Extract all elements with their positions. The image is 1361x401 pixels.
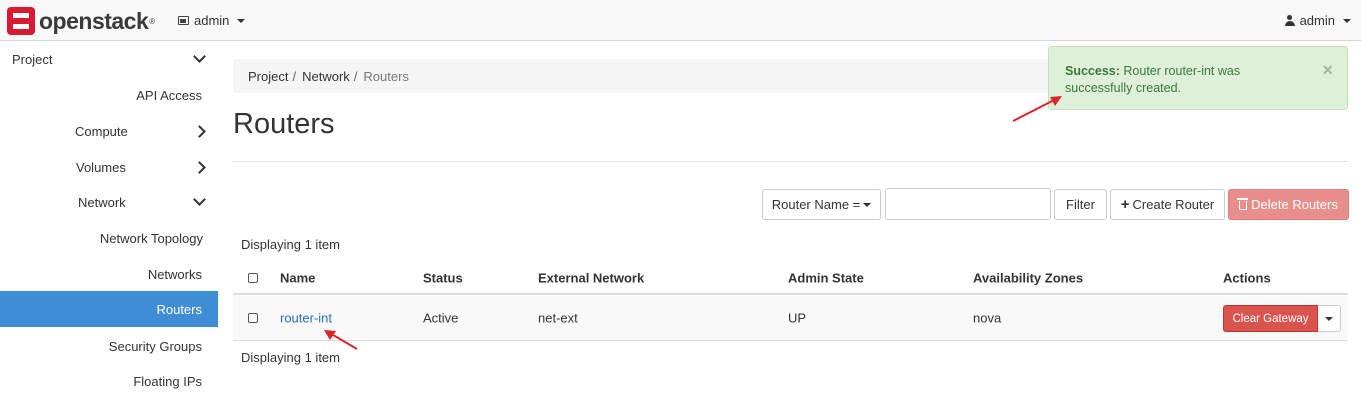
table-header: Name Status External Network Admin State…	[233, 262, 1348, 295]
chevron-right-icon	[193, 161, 206, 174]
item-count-top: Displaying 1 item	[241, 237, 340, 252]
filter-button[interactable]: Filter	[1054, 189, 1107, 220]
sidebar-item-volumes[interactable]: Volumes	[0, 149, 218, 185]
sidebar-item-compute[interactable]: Compute	[0, 113, 218, 149]
router-external-network: net-ext	[538, 310, 578, 326]
close-icon[interactable]: ×	[1322, 61, 1333, 79]
caret-down-icon	[1343, 18, 1351, 23]
column-header-external-network[interactable]: External Network	[538, 270, 644, 285]
registered-mark: ®	[149, 16, 156, 26]
page-title: Routers	[233, 108, 335, 140]
router-admin-state: UP	[788, 310, 807, 326]
openstack-logo[interactable]: openstack ®	[7, 7, 155, 35]
filter-field-label: Router Name =	[771, 197, 861, 212]
sidebar-item-routers[interactable]: Routers	[0, 291, 218, 327]
user-menu-label: admin	[1299, 13, 1335, 28]
delete-routers-button[interactable]: Delete Routers	[1228, 189, 1349, 220]
alert-title: Success:	[1065, 64, 1120, 78]
caret-down-icon	[1325, 316, 1333, 321]
column-header-status[interactable]: Status	[423, 270, 463, 285]
select-all-checkbox[interactable]	[248, 272, 258, 283]
clear-gateway-button[interactable]: Clear Gateway	[1223, 305, 1318, 332]
router-name-link[interactable]: router-int	[280, 311, 332, 326]
divider	[233, 161, 1348, 162]
chevron-right-icon	[193, 125, 206, 138]
chevron-down-icon	[193, 50, 206, 63]
sidebar-item-floating-ips[interactable]: Floating IPs	[0, 363, 218, 399]
filter-input[interactable]	[885, 188, 1051, 220]
column-header-actions: Actions	[1223, 270, 1271, 285]
sidebar-item-label: Network Topology	[99, 230, 203, 246]
sidebar-item-project[interactable]: Project	[0, 41, 218, 77]
plus-icon: +	[1120, 196, 1130, 213]
user-icon	[1284, 15, 1295, 26]
trash-icon	[1237, 198, 1249, 210]
row-actions-dropdown[interactable]	[1318, 305, 1341, 332]
row-checkbox[interactable]	[248, 313, 258, 323]
sidebar: Project API Access Compute Volumes Netwo…	[0, 41, 218, 401]
sidebar-item-label: Network	[78, 194, 126, 210]
sidebar-item-network[interactable]: Network	[0, 184, 218, 220]
router-availability-zones: nova	[973, 310, 1002, 326]
column-header-availability-zones[interactable]: Availability Zones	[973, 270, 1083, 285]
item-count-bottom: Displaying 1 item	[241, 350, 340, 365]
project-icon	[178, 16, 189, 25]
sidebar-item-label: Routers	[156, 301, 202, 317]
create-router-label: Create Router	[1132, 197, 1215, 212]
sidebar-item-label: Project	[12, 51, 53, 67]
chevron-down-icon	[193, 193, 206, 206]
sidebar-item-label: Security Groups	[108, 338, 202, 354]
sidebar-item-label: Floating IPs	[133, 373, 202, 389]
breadcrumb-project[interactable]: Project	[248, 69, 288, 84]
caret-down-icon	[863, 202, 872, 207]
brand-name: openstack	[39, 7, 149, 34]
breadcrumb-routers: Routers	[363, 68, 409, 84]
table-row: router-int Active net-ext UP nova Clear …	[233, 296, 1348, 341]
sidebar-item-label: API Access	[136, 87, 202, 103]
delete-routers-label: Delete Routers	[1251, 197, 1338, 212]
openstack-logo-icon	[7, 7, 35, 35]
project-switcher[interactable]: admin	[178, 13, 246, 28]
sidebar-item-label: Networks	[147, 266, 202, 282]
top-navbar: openstack ® admin admin	[0, 0, 1361, 41]
sidebar-item-label: Volumes	[76, 159, 126, 175]
caret-down-icon	[237, 18, 246, 23]
sidebar-item-label: Compute	[75, 123, 128, 139]
user-menu[interactable]: admin	[1284, 13, 1351, 28]
filter-field-select[interactable]: Router Name =	[762, 189, 881, 220]
sidebar-item-networks[interactable]: Networks	[0, 256, 218, 292]
sidebar-item-network-topology[interactable]: Network Topology	[0, 220, 218, 256]
column-header-name[interactable]: Name	[280, 270, 315, 285]
column-header-admin-state[interactable]: Admin State	[788, 270, 864, 285]
sidebar-item-security-groups[interactable]: Security Groups	[0, 328, 218, 364]
router-status: Active	[423, 310, 459, 326]
breadcrumb-network[interactable]: Network	[302, 69, 350, 84]
success-alert: Success: Router router-int was successfu…	[1048, 46, 1348, 110]
project-switcher-label: admin	[194, 13, 230, 28]
sidebar-item-api-access[interactable]: API Access	[0, 77, 218, 113]
create-router-button[interactable]: + Create Router	[1110, 189, 1225, 220]
